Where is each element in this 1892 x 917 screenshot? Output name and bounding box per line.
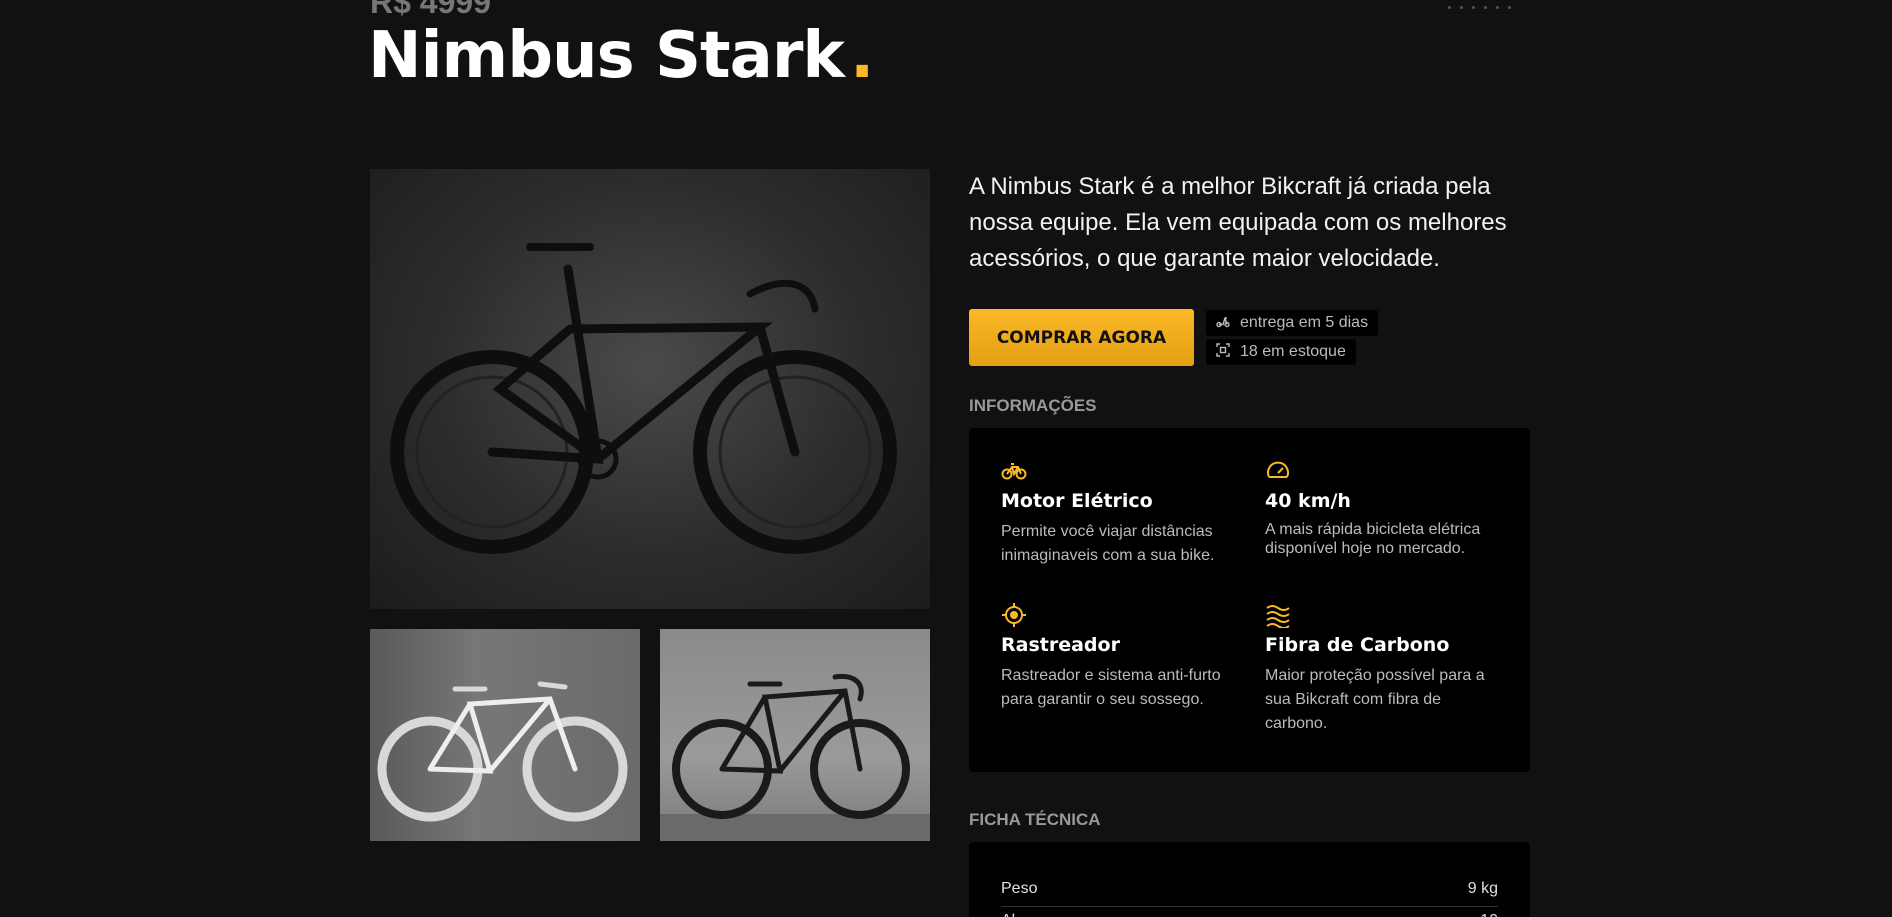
product-name: Nimbus Stark xyxy=(368,19,845,93)
feature-carbon-fiber: Fibra de Carbono Maior proteção possível… xyxy=(1265,602,1490,736)
decorative-dots xyxy=(1448,6,1520,9)
specs-heading: Ficha Técnica xyxy=(969,810,1101,829)
spec-row: Al 10 xyxy=(1001,912,1498,917)
product-price: R$ 4999 xyxy=(370,0,491,20)
feature-text: Maior proteção possível para a sua Bikcr… xyxy=(1265,667,1485,732)
tracker-icon xyxy=(1001,602,1027,628)
feature-text: Rastreador e sistema anti-furto para gar… xyxy=(1001,667,1221,708)
product-title: Nimbus Stark. xyxy=(368,18,874,95)
carbon-fiber-icon xyxy=(1265,602,1291,629)
spec-value: 9 kg xyxy=(1467,880,1498,897)
feature-title: 40 km/h xyxy=(1265,490,1351,512)
black-bike-image xyxy=(660,673,930,841)
spec-row: Peso 9 kg xyxy=(1001,880,1498,907)
spec-label: Al xyxy=(1001,912,1015,917)
feature-text: Permite você viajar distâncias inimagina… xyxy=(1001,523,1215,564)
delivery-badge: entrega em 5 dias xyxy=(1206,310,1379,336)
feature-title: Rastreador xyxy=(1001,634,1120,656)
spec-label: Peso xyxy=(1001,880,1038,897)
stock-badge: 18 em estoque xyxy=(1206,339,1356,365)
road-bike-image xyxy=(390,243,897,554)
buy-now-button[interactable]: Comprar Agora xyxy=(969,309,1194,366)
stock-text: 18 em estoque xyxy=(1240,343,1346,360)
bike-icon xyxy=(1001,458,1027,484)
scooter-icon xyxy=(1216,314,1230,333)
thumbnail-black-bike[interactable] xyxy=(660,629,930,841)
feature-speed: 40 km/h A mais rápida bicicleta elétrica… xyxy=(1265,458,1490,558)
feature-title: Fibra de Carbono xyxy=(1265,634,1450,656)
main-product-photo[interactable] xyxy=(370,169,930,609)
box-scan-icon xyxy=(1216,342,1230,362)
title-accent-dot: . xyxy=(849,19,874,93)
feature-tracker: Rastreador Rastreador e sistema anti-fur… xyxy=(1001,602,1226,712)
speedometer-icon xyxy=(1265,458,1291,484)
feature-electric-motor: Motor Elétrico Permite você viajar distâ… xyxy=(1001,458,1226,568)
delivery-text: entrega em 5 dias xyxy=(1240,314,1369,331)
feature-text: A mais rápida bicicleta elétrica disponí… xyxy=(1265,521,1481,557)
thumbnail-white-bike[interactable] xyxy=(370,629,640,841)
specs-table: Peso 9 kg Al 10 xyxy=(969,842,1530,917)
product-description: A Nimbus Stark é a melhor Bikcraft já cr… xyxy=(969,173,1507,272)
info-panel: Motor Elétrico Permite você viajar distâ… xyxy=(969,428,1530,772)
spec-value: 10 xyxy=(1480,912,1498,917)
white-bike-image xyxy=(377,681,628,822)
feature-title: Motor Elétrico xyxy=(1001,490,1153,512)
info-heading: Informações xyxy=(969,396,1097,415)
